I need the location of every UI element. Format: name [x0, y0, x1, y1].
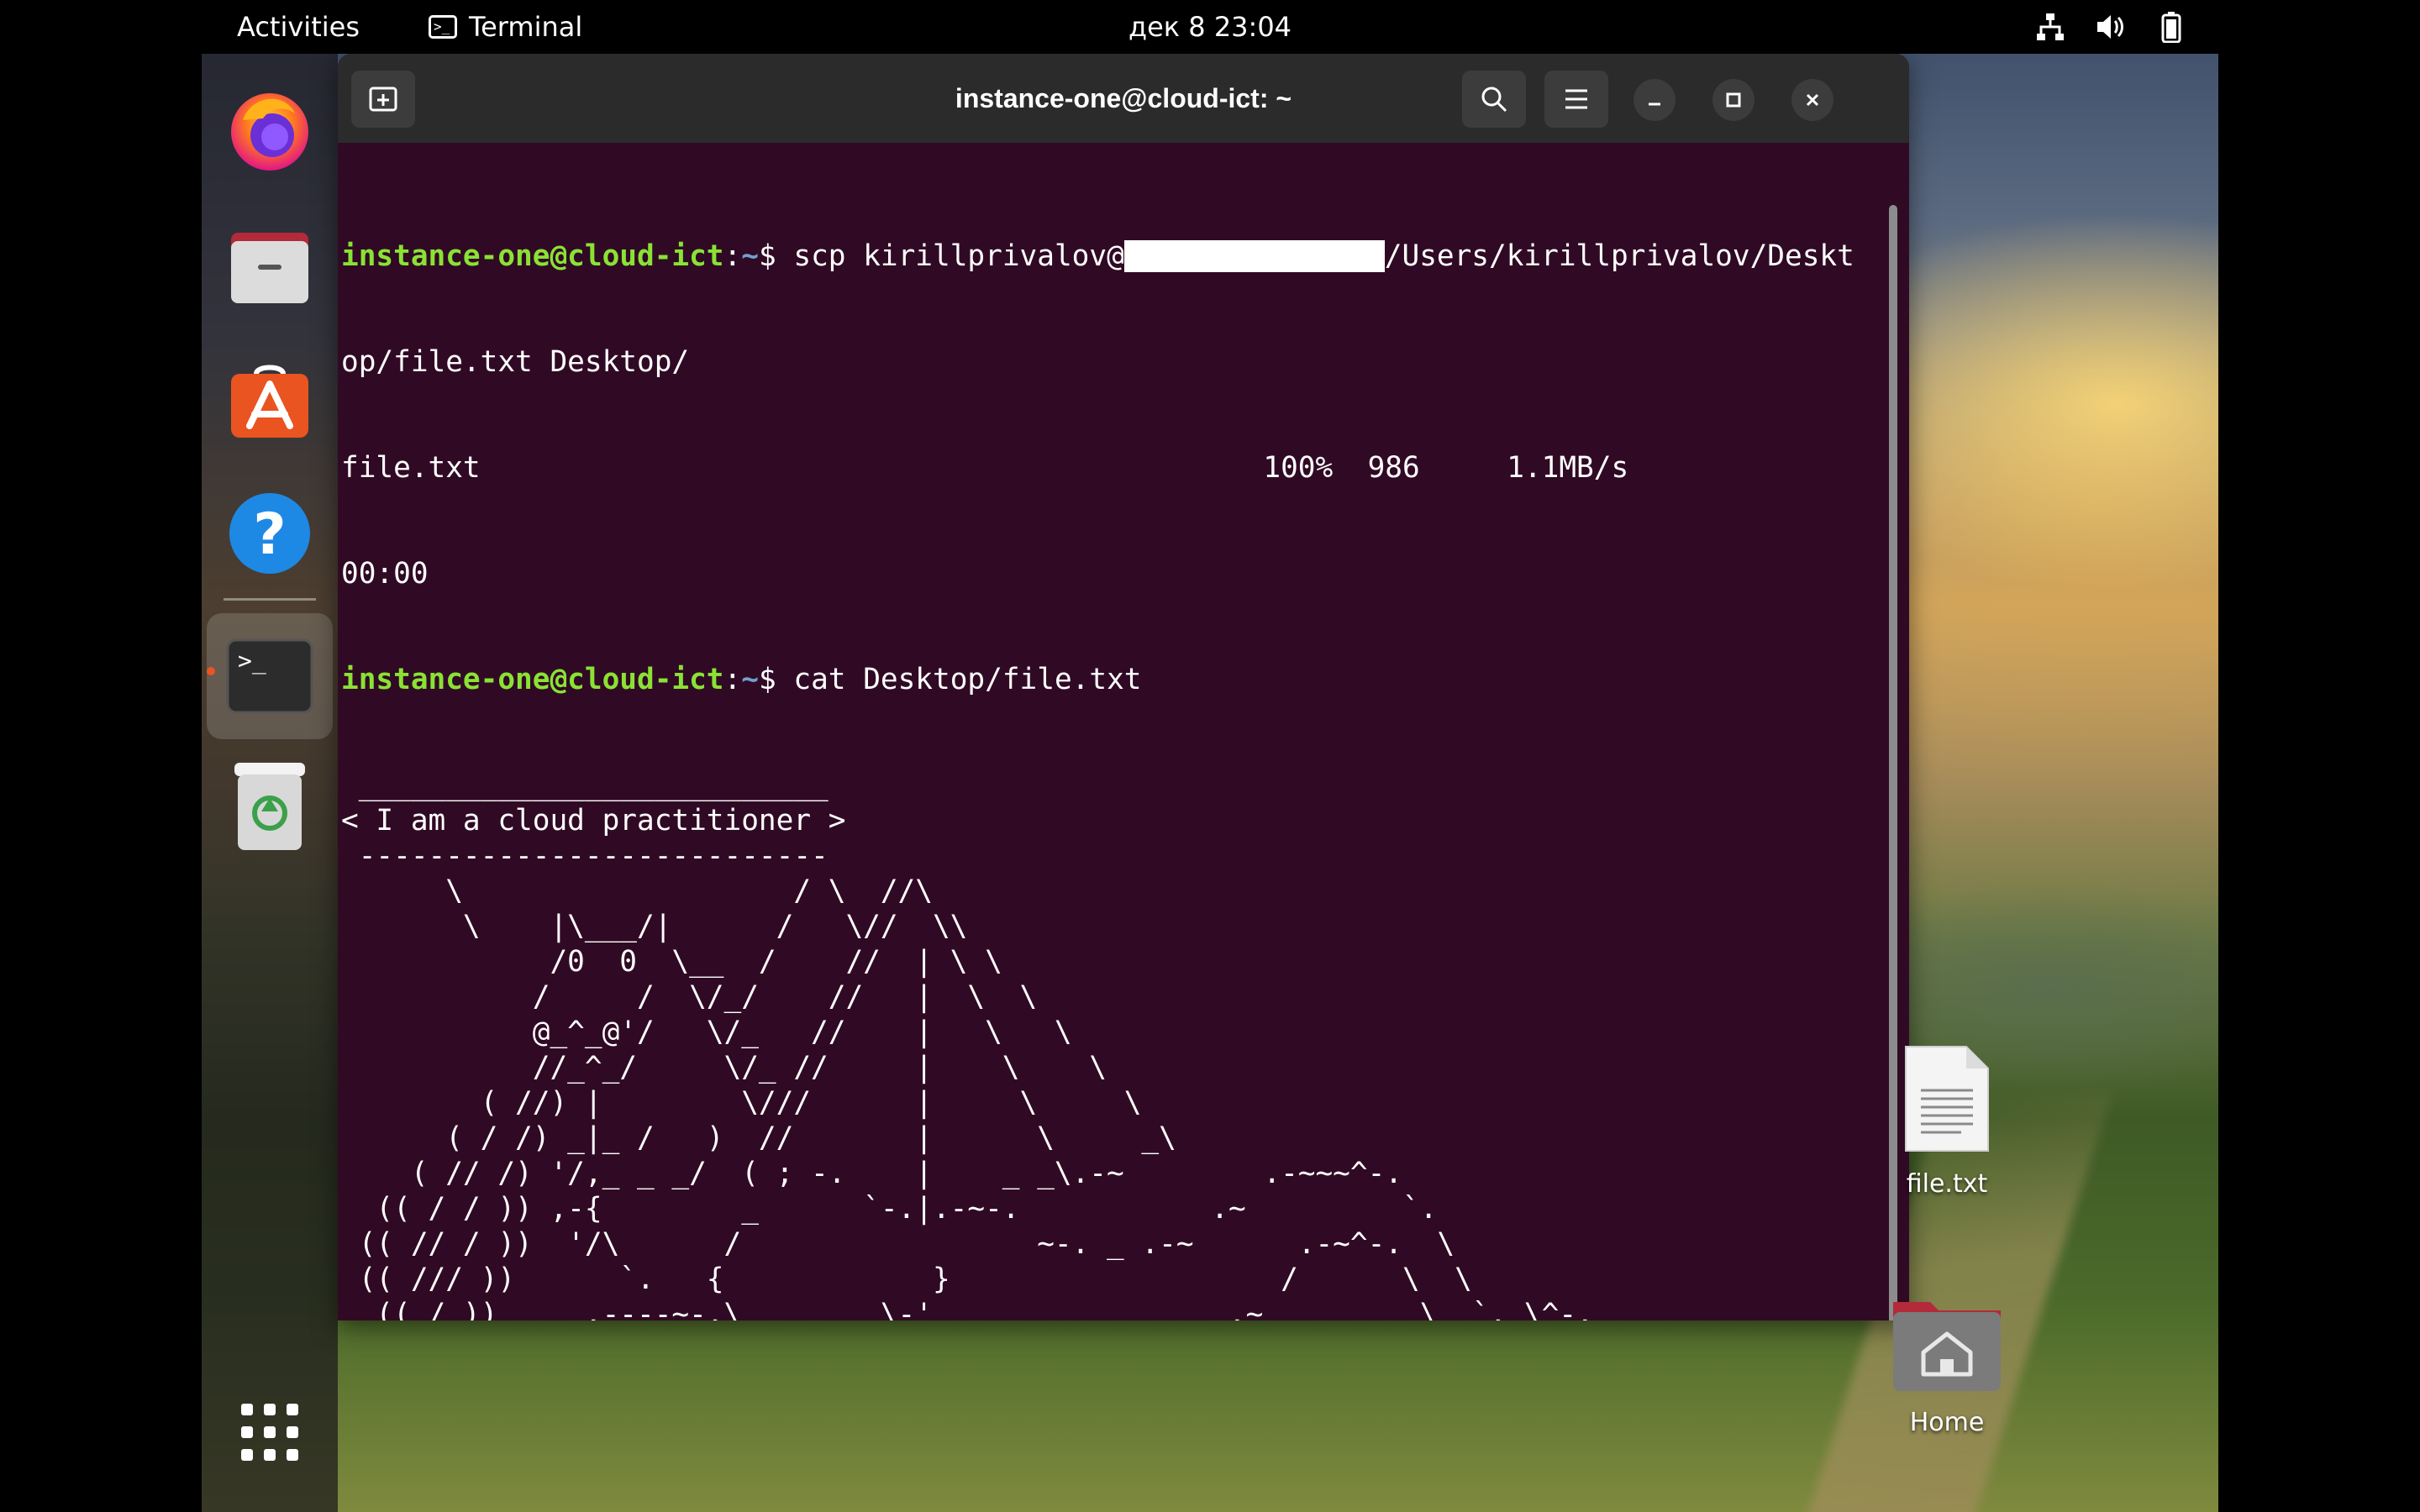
search-button[interactable] [1462, 71, 1526, 128]
help-icon[interactable]: ? [218, 482, 321, 585]
cowsay-line: ( // /) '/,_ _ _/ ( ; -. | _ _\.-~ .-~~~… [341, 1157, 1402, 1190]
cowsay-line: (( / / )) ,-{ _ `-.|.-~-. .~ `. [341, 1192, 1438, 1226]
battery-icon[interactable] [2154, 10, 2188, 44]
transfer-progress: file.txt 100% 986 1.1MB/s [341, 451, 1629, 485]
prompt-user: instance-one@cloud-ict [341, 239, 724, 273]
prompt-symbol: $ [758, 663, 776, 696]
cowsay-line: (( /// )) `. { } / \ \ [341, 1263, 1472, 1296]
cowsay-line: /0 0 \__ / // | \ \ [341, 945, 1002, 979]
terminal-window[interactable]: instance-one@cloud-ict: ~ instance-one@c… [338, 54, 1909, 1320]
svg-text:?: ? [253, 501, 286, 568]
cowsay-line: @_^_@'/ \/_ // | \ \ [341, 1016, 1072, 1049]
hamburger-icon [1565, 89, 1587, 109]
scp-command-path: /Users/kirillprivalov/Deskt [1384, 239, 1854, 273]
cowsay-line: //_^_/ \/_ // | \ \ [341, 1051, 1107, 1084]
command-line-wrap: op/file.txt Desktop/ [341, 345, 690, 379]
text-file-icon [1876, 1042, 2018, 1163]
command-line-cat: instance-one@cloud-ict:~$ cat Desktop/fi… [341, 663, 1142, 696]
prompt-path: ~ [741, 239, 759, 273]
terminal-titlebar[interactable]: instance-one@cloud-ict: ~ [338, 54, 1909, 143]
cowsay-output: ___________________________ < I am a clou… [338, 768, 1892, 1320]
prompt-symbol: $ [758, 239, 776, 273]
svg-text:>_: >_ [238, 647, 266, 675]
prompt-path: ~ [741, 663, 759, 696]
desktop-icon-file[interactable]: file.txt [1876, 1042, 2018, 1199]
terminal-icon[interactable]: >_ [207, 613, 333, 739]
maximize-button[interactable] [1712, 79, 1754, 121]
network-icon[interactable] [2033, 10, 2067, 44]
desktop-icon-label: file.txt [1906, 1169, 1988, 1199]
minimize-button[interactable] [1634, 79, 1676, 121]
close-button[interactable] [1791, 79, 1833, 121]
close-icon [1806, 93, 1819, 107]
minimize-icon [1649, 102, 1660, 106]
desktop-icon-home[interactable]: Home [1876, 1290, 2018, 1437]
maximize-icon [1726, 92, 1741, 108]
firefox-icon[interactable] [218, 79, 321, 181]
clock[interactable]: дек 8 23:04 [202, 0, 2218, 54]
redacted-host [1123, 239, 1385, 272]
running-indicator [207, 667, 215, 675]
app-grid-icon[interactable] [218, 1381, 321, 1483]
cat-command: cat Desktop/file.txt [776, 663, 1142, 696]
cowsay-line: \ / \ //\ [341, 874, 933, 908]
cowsay-line: \ |\___/| / \// \\ [341, 910, 968, 943]
software-icon[interactable] [218, 348, 321, 450]
cowsay-line: (( // / )) '/\ / ~-. _ .-~ .-~^-. \ [341, 1227, 1455, 1261]
scp-command-start: scp kirillprivalov@ [776, 239, 1124, 273]
command-line-scp: instance-one@cloud-ict:~$ scp kirillpriv… [341, 239, 1854, 273]
cowsay-line: (( / )) .----~-.\ \-' .~ \ `. \^-. [341, 1298, 1594, 1320]
cowsay-line: --------------------------- [341, 839, 829, 873]
cowsay-line: < I am a cloud practitioner > [341, 804, 846, 837]
files-icon[interactable] [218, 213, 321, 316]
top-bar: Activities >_ Terminal дек 8 23:04 [202, 0, 2218, 54]
menu-button[interactable] [1544, 71, 1608, 128]
cowsay-line: ___________________________ [341, 769, 829, 802]
desktop-icon-label: Home [1909, 1408, 1985, 1437]
dock-separator [224, 598, 316, 601]
cowsay-line: ( //) | \/// | \ \ [341, 1086, 1142, 1120]
dock: ? >_ [202, 54, 338, 1512]
trash-icon[interactable] [218, 756, 321, 858]
prompt-user: instance-one@cloud-ict [341, 663, 724, 696]
desktop-screen: Activities >_ Terminal дек 8 23:04 ? >_ … [202, 0, 2218, 1512]
search-icon [1481, 87, 1507, 113]
system-tray[interactable] [2033, 0, 2188, 54]
volume-icon[interactable] [2094, 10, 2128, 44]
cowsay-line: ( / /) _|_ / ) // | \ _\ [341, 1121, 1176, 1155]
transfer-time: 00:00 [341, 557, 429, 591]
home-folder-icon [1876, 1290, 2018, 1401]
cowsay-line: / / \/_/ // | \ \ [341, 980, 1038, 1014]
terminal-output[interactable]: instance-one@cloud-ict:~$ scp kirillpriv… [338, 143, 1892, 1320]
